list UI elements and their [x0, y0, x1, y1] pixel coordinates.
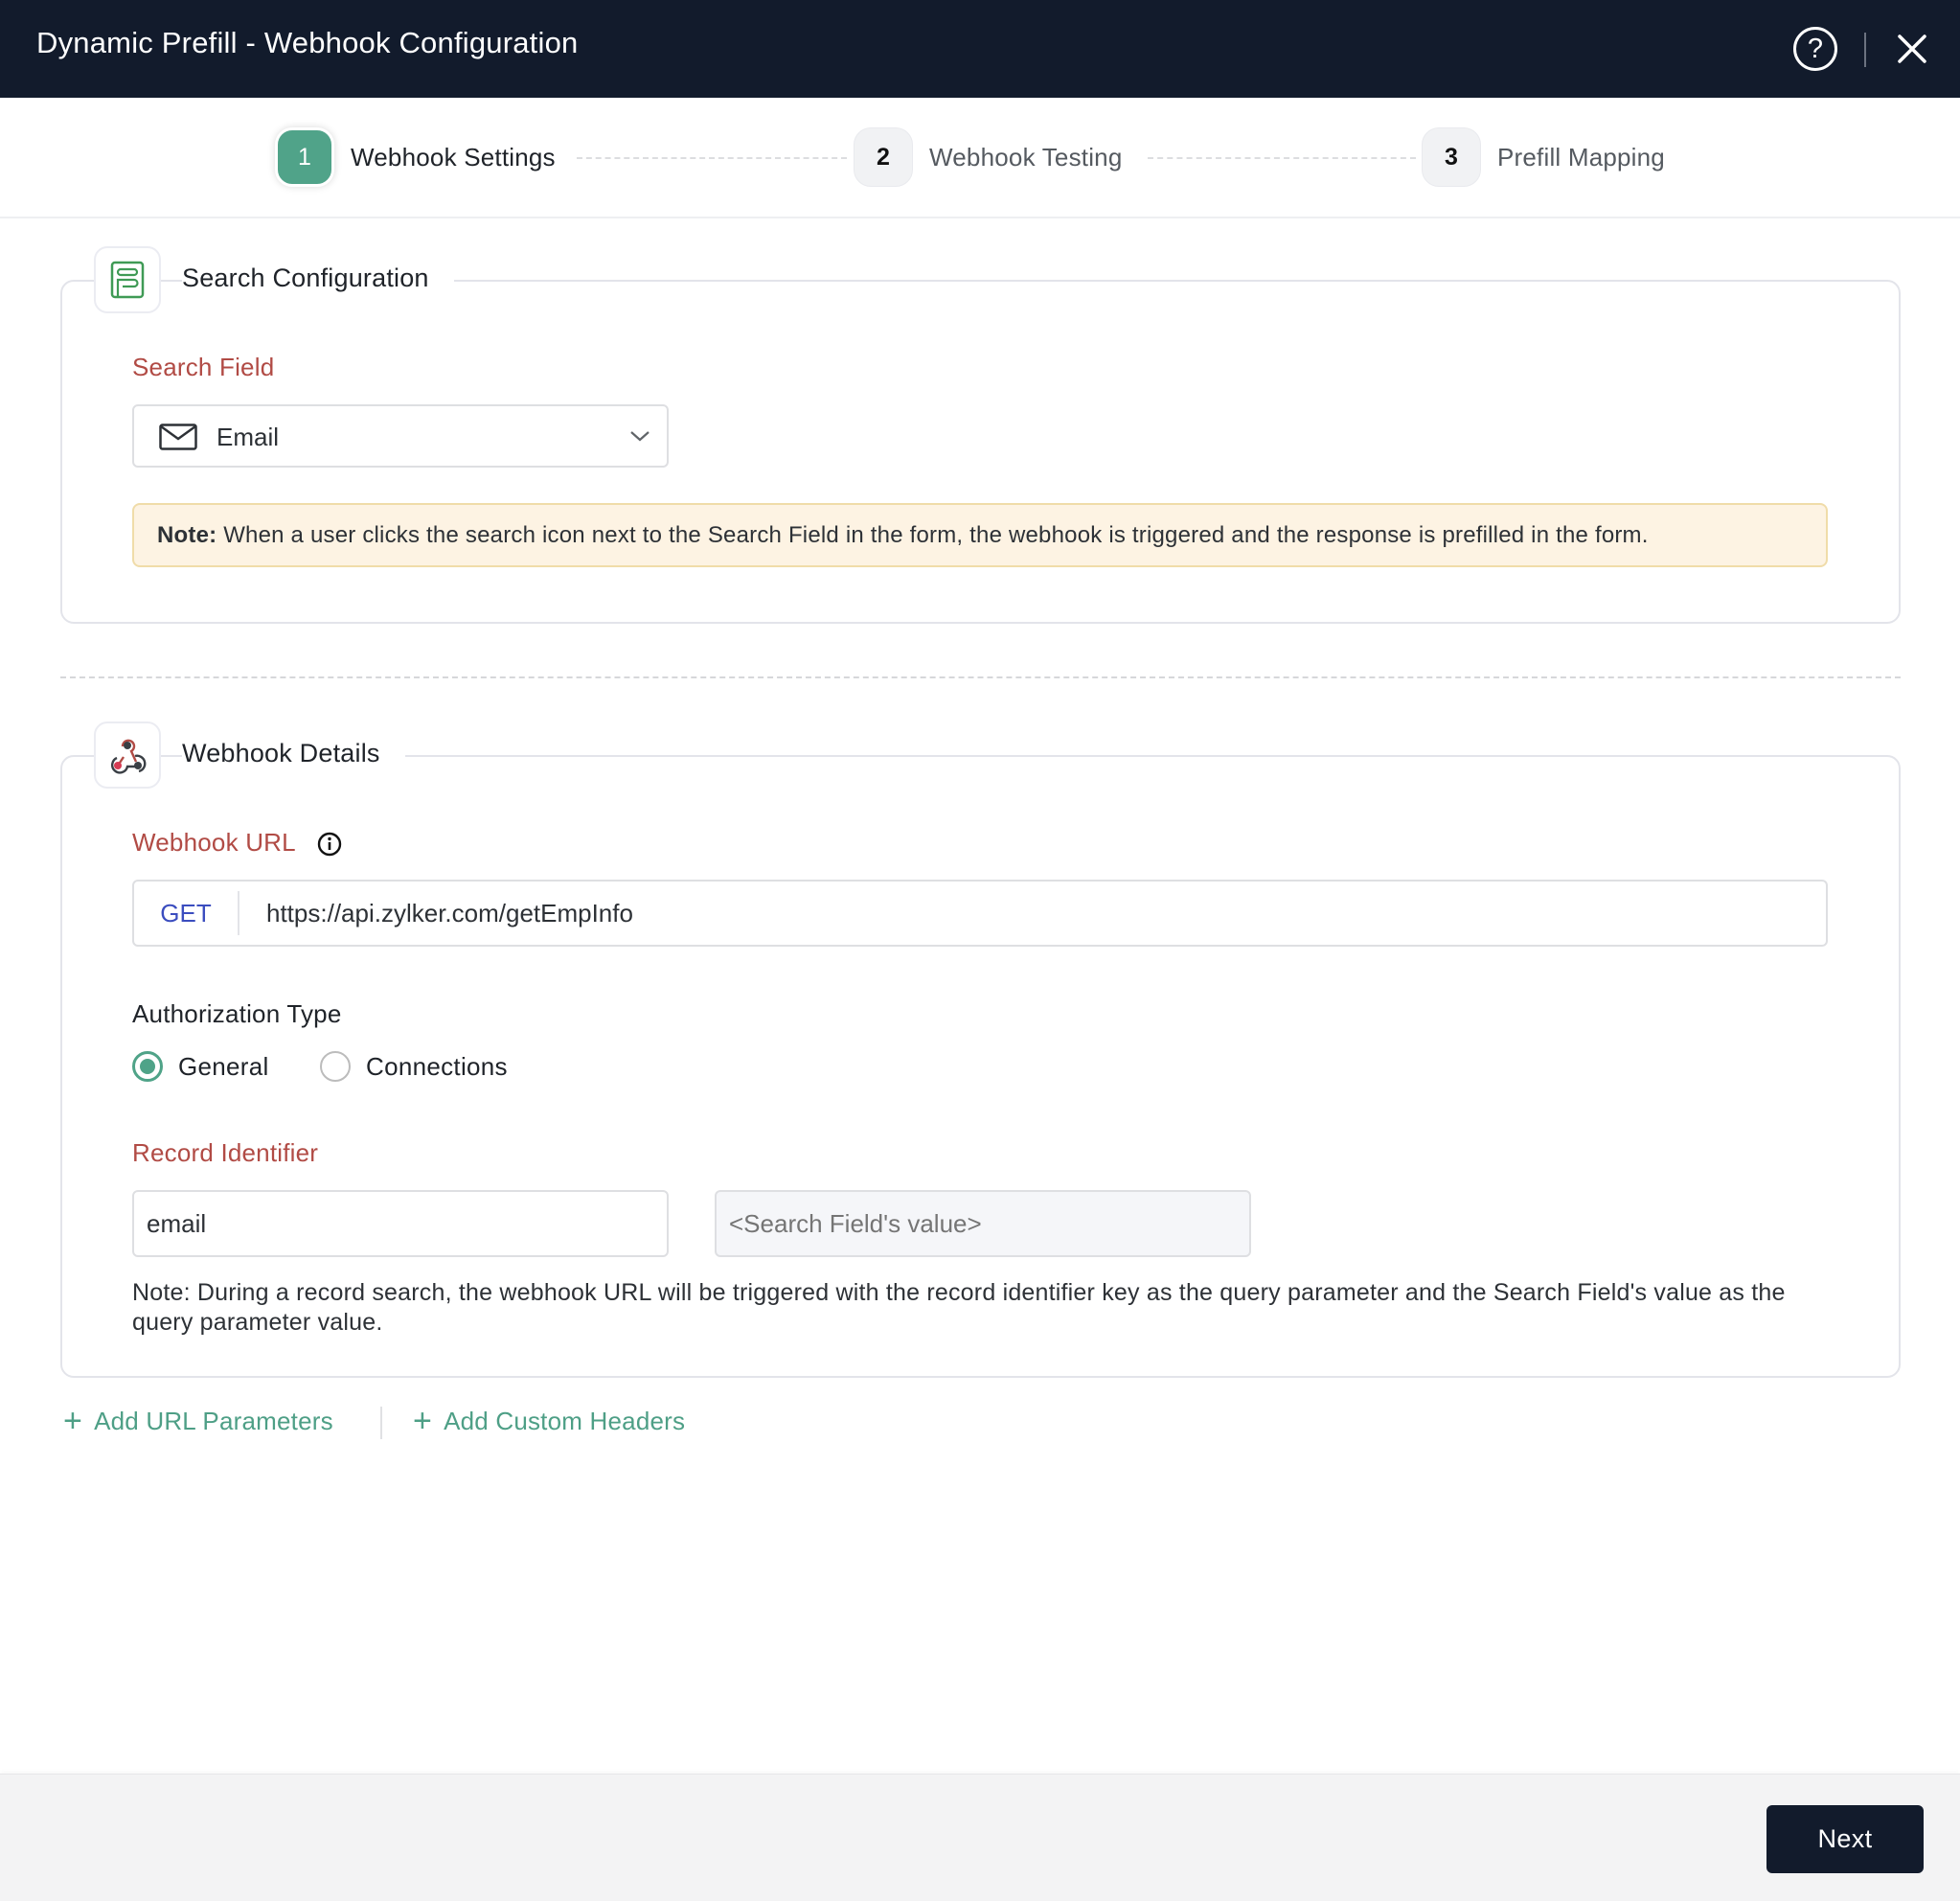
dialog-header: Dynamic Prefill - Webhook Configuration …: [0, 0, 1960, 98]
step-webhook-testing[interactable]: 2 Webhook Testing: [854, 127, 1123, 187]
info-circle-icon[interactable]: [317, 832, 342, 857]
note-text: When a user clicks the search icon next …: [217, 522, 1649, 548]
header-divider: [1864, 33, 1866, 67]
step-label: Prefill Mapping: [1497, 142, 1665, 172]
step-connector: [1148, 157, 1416, 159]
question-circle-icon: ?: [1807, 34, 1824, 64]
search-note-banner: Note: When a user clicks the search icon…: [132, 503, 1828, 567]
http-method-selector[interactable]: GET: [134, 882, 238, 945]
help-button[interactable]: ?: [1793, 27, 1837, 71]
note-prefix: Note:: [157, 522, 217, 548]
record-identifier-label: Record Identifier: [132, 1138, 319, 1167]
add-custom-headers-label: Add Custom Headers: [444, 1406, 686, 1435]
step-prefill-mapping[interactable]: 3 Prefill Mapping: [1422, 127, 1665, 187]
method-divider: [238, 891, 239, 935]
search-field-select[interactable]: Email: [132, 404, 669, 468]
step-connector: [577, 157, 847, 159]
radio-button-checked[interactable]: [132, 1051, 163, 1082]
webhook-url-field: GET: [132, 880, 1828, 947]
close-button[interactable]: [1890, 27, 1934, 71]
radio-button-unchecked[interactable]: [320, 1051, 351, 1082]
dialog-title: Dynamic Prefill - Webhook Configuration: [36, 26, 579, 59]
radio-label: General: [178, 1051, 269, 1081]
webhook-details-icon-box: [94, 721, 161, 789]
add-url-parameters-link[interactable]: + Add URL Parameters: [63, 1405, 333, 1437]
plus-icon: +: [63, 1403, 83, 1439]
webhook-icon: [110, 739, 147, 774]
search-configuration-title: Search Configuration: [182, 263, 454, 293]
chevron-down-icon: [630, 431, 650, 442]
search-field-value-input: [715, 1190, 1251, 1257]
record-identifier-note: Note: During a record search, the webhoo…: [132, 1279, 1786, 1336]
record-identifier-input[interactable]: [132, 1190, 669, 1257]
authorization-type-label: Authorization Type: [132, 999, 342, 1028]
radio-label: Connections: [366, 1051, 508, 1081]
step-number: 3: [1422, 127, 1481, 187]
form-icon: [110, 261, 145, 299]
step-label: Webhook Settings: [351, 142, 556, 172]
close-x-icon: [1898, 34, 1926, 63]
add-url-parameters-label: Add URL Parameters: [94, 1406, 333, 1435]
webhook-url-label: Webhook URL: [132, 828, 296, 857]
envelope-icon: [159, 424, 197, 450]
section-divider: [60, 676, 1901, 678]
dialog-footer: Next: [0, 1774, 1960, 1901]
search-field-label: Search Field: [132, 353, 275, 381]
step-label: Webhook Testing: [929, 142, 1123, 172]
link-divider: [380, 1407, 382, 1439]
auth-radio-general[interactable]: General: [132, 1051, 269, 1082]
plus-icon: +: [413, 1403, 433, 1439]
wizard-stepper: 1 Webhook Settings 2 Webhook Testing 3 P…: [0, 98, 1960, 218]
step-webhook-settings[interactable]: 1 Webhook Settings: [275, 127, 556, 187]
next-button[interactable]: Next: [1766, 1805, 1924, 1873]
add-custom-headers-link[interactable]: + Add Custom Headers: [413, 1405, 685, 1437]
step-number: 2: [854, 127, 913, 187]
webhook-details-title: Webhook Details: [182, 739, 405, 768]
search-field-value: Email: [217, 423, 280, 451]
step-number: 1: [275, 127, 334, 187]
search-configuration-icon-box: [94, 246, 161, 313]
auth-radio-connections[interactable]: Connections: [320, 1051, 508, 1082]
webhook-url-input[interactable]: [266, 882, 1799, 945]
